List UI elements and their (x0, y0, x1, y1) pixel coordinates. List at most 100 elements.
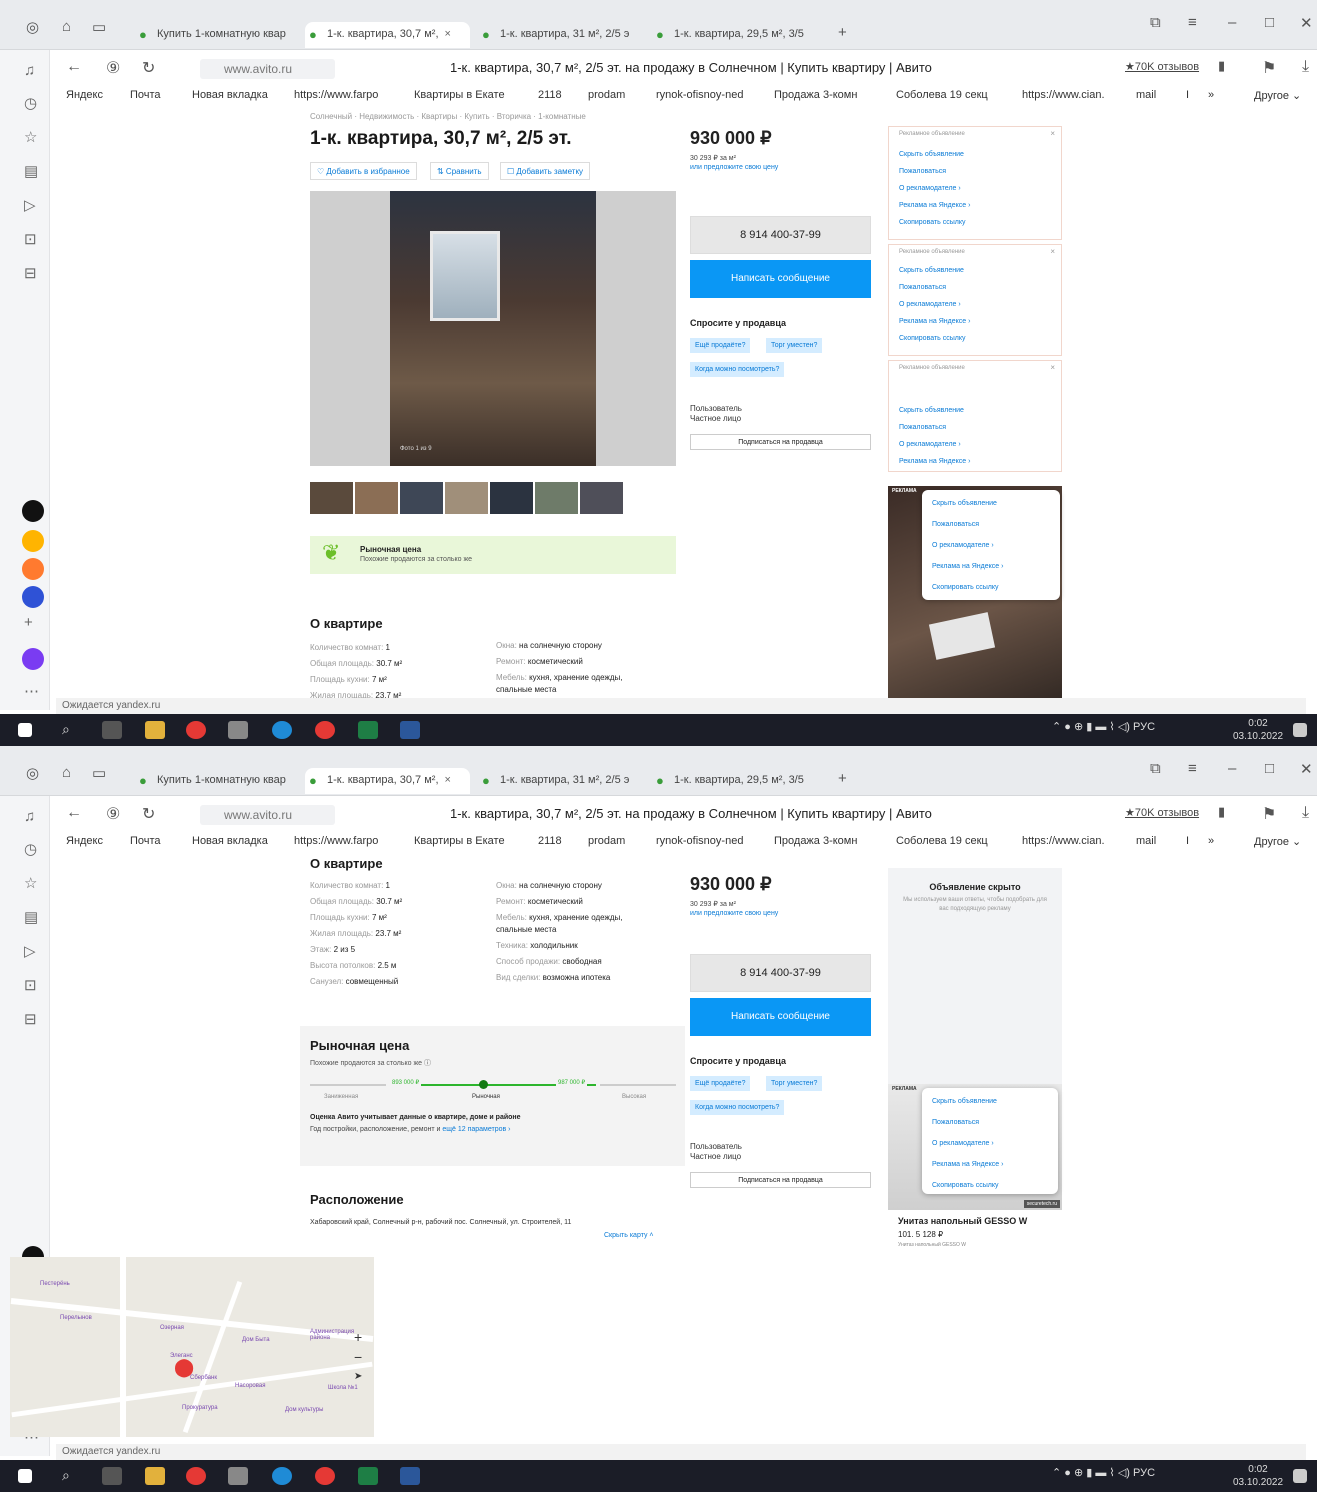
write-message-button[interactable]: Написать сообщение (690, 260, 871, 298)
more-icon[interactable]: ⋯ (24, 682, 39, 700)
app-icon[interactable] (228, 1467, 248, 1485)
bookmark-icon[interactable]: ▮ (1218, 804, 1225, 820)
copy-link-item[interactable]: Скопировать ссылку (899, 335, 966, 342)
edge-icon[interactable] (272, 1467, 292, 1485)
extensions-icon[interactable]: ⚑ (1262, 804, 1276, 824)
thumbnail[interactable] (310, 482, 353, 514)
tab-3[interactable]: ● 1-к. квартира, 29,5 м², 3/5 (652, 768, 817, 794)
task-view-icon[interactable] (102, 1467, 122, 1485)
advertiser-item[interactable]: О рекламодателе › (899, 185, 961, 192)
tab-0[interactable]: ● Купить 1-комнатную квар (135, 22, 295, 48)
history-icon[interactable]: ◷ (24, 840, 37, 858)
bookmark-7[interactable]: rynok-ofisnoy-ned (656, 89, 743, 101)
tab-2[interactable]: ● 1-к. квартира, 31 м², 2/5 э (478, 768, 643, 794)
bookmark-10[interactable]: https://www.cian. (1022, 835, 1105, 847)
chip-bargain[interactable]: Торг уместен? (766, 1076, 823, 1091)
thumbnail[interactable] (535, 482, 578, 514)
show-phone-button[interactable]: 8 914 400-37-99 (690, 216, 871, 254)
bookmark-3[interactable]: https://www.farpo (294, 89, 378, 101)
write-message-button[interactable]: Написать сообщение (690, 998, 871, 1036)
edge-icon[interactable] (272, 721, 292, 739)
word-icon[interactable] (400, 721, 420, 739)
windows-start-icon[interactable] (18, 723, 32, 737)
close-icon[interactable]: × (1050, 363, 1055, 372)
subscribe-seller-button[interactable]: Подписаться на продавца (690, 1172, 871, 1188)
maximize-icon[interactable]: □ (1265, 14, 1274, 31)
advertiser-item[interactable]: О рекламодателе › (899, 301, 961, 308)
system-tray[interactable]: ⌃ ● ⊕ ▮ ▬ ⌇ ◁) РУС (1052, 720, 1155, 733)
close-icon[interactable]: × (1050, 247, 1055, 256)
copy-link-item[interactable]: Скопировать ссылку (932, 584, 999, 591)
main-photo[interactable]: Фото 1 из 9 (310, 191, 676, 466)
chip-still-selling[interactable]: Ещё продаёте? (690, 1076, 751, 1091)
bookmark-0[interactable]: Яндекс (66, 835, 103, 847)
advertiser-item[interactable]: О рекламодателе › (932, 1140, 994, 1147)
bookmark-5[interactable]: 2118 (538, 835, 562, 847)
extensions-icon[interactable]: ⚑ (1262, 58, 1276, 78)
advertiser-item[interactable]: О рекламодателе › (932, 542, 994, 549)
minimize-icon[interactable]: – (1228, 760, 1236, 777)
explorer-icon[interactable] (145, 721, 165, 739)
task-view-icon[interactable] (102, 721, 122, 739)
zoom-out-icon[interactable]: − (354, 1349, 362, 1365)
thumbnail[interactable] (490, 482, 533, 514)
bookmark-9[interactable]: Соболева 19 секц (896, 835, 988, 847)
reviews-link[interactable]: ★70K отзывов (1125, 60, 1199, 73)
close-window-icon[interactable]: ✕ (1300, 14, 1313, 32)
bookmark-icon[interactable]: ▮ (1218, 58, 1225, 74)
hide-ad-item[interactable]: Скрыть объявление (932, 500, 997, 507)
reviews-link[interactable]: ★70K отзывов (1125, 806, 1199, 819)
yandex-browser-icon[interactable] (186, 1467, 206, 1485)
bookmark-2[interactable]: Новая вкладка (192, 89, 268, 101)
add-favorite-button[interactable]: ♡ Добавить в избранное (310, 162, 417, 180)
tabs-icon[interactable]: ▭ (92, 764, 106, 782)
bookmark-3[interactable]: https://www.farpo (294, 835, 378, 847)
app-icon-2[interactable] (22, 530, 44, 552)
geolocation-icon[interactable]: ➤ (354, 1371, 362, 1382)
hide-map-link[interactable]: Скрыть карту ˄ (604, 1232, 654, 1239)
report-ad-item[interactable]: Пожаловаться (899, 424, 946, 431)
subscribe-seller-button[interactable]: Подписаться на продавца (690, 434, 871, 450)
thumbnail[interactable] (580, 482, 623, 514)
tab-1[interactable]: ● 1-к. квартира, 30,7 м², × (305, 22, 470, 48)
yandex-browser-icon[interactable] (186, 721, 206, 739)
tab-1[interactable]: ● 1-к. квартира, 30,7 м², × (305, 768, 470, 794)
bookmark-9[interactable]: Соболева 19 секц (896, 89, 988, 101)
windows-start-icon[interactable] (18, 1469, 32, 1483)
minimize-icon[interactable]: – (1228, 14, 1236, 31)
advertiser-item[interactable]: О рекламодателе › (899, 441, 961, 448)
search-icon[interactable]: ⌕ (62, 721, 82, 739)
chip-still-selling[interactable]: Ещё продаёте? (690, 338, 751, 353)
explorer-icon[interactable] (145, 1467, 165, 1485)
bookmark-4[interactable]: Квартиры в Екате (414, 89, 505, 101)
reload-icon[interactable]: ↻ (142, 58, 155, 78)
url-host[interactable]: www.avito.ru (200, 59, 335, 79)
bookmark-more[interactable]: » (1208, 835, 1214, 847)
bookmark-7[interactable]: rynok-ofisnoy-ned (656, 835, 743, 847)
close-icon[interactable]: × (1050, 129, 1055, 138)
clock[interactable]: 0:02 03.10.2022 (1232, 1463, 1284, 1489)
screenshot-icon[interactable]: ⊟ (24, 1010, 37, 1028)
hide-ad-item[interactable]: Скрыть объявление (899, 151, 964, 158)
notifications-icon[interactable]: ♫ (24, 808, 35, 825)
close-window-icon[interactable]: ✕ (1300, 760, 1313, 778)
report-ad-item[interactable]: Пожаловаться (932, 521, 979, 528)
bookmark-5[interactable]: 2118 (538, 89, 562, 101)
downloads-icon[interactable]: ⊡ (24, 230, 37, 248)
history-icon[interactable]: ◷ (24, 94, 37, 112)
yandex-ads-item[interactable]: Реклама на Яндексе › (932, 563, 1003, 570)
notifications-icon[interactable] (1293, 723, 1307, 737)
yandex-ads-item[interactable]: Реклама на Яндексе › (899, 318, 970, 325)
tabs-icon[interactable]: ▭ (92, 18, 106, 36)
show-phone-button[interactable]: 8 914 400-37-99 (690, 954, 871, 992)
bookmark-manager-icon[interactable]: ⧉ (1150, 14, 1161, 31)
clock[interactable]: 0:02 03.10.2022 (1232, 717, 1284, 743)
collections-icon[interactable]: ▤ (24, 908, 38, 926)
bookmark-2[interactable]: Новая вкладка (192, 835, 268, 847)
downloads-icon[interactable]: ⊡ (24, 976, 37, 994)
bookmark-12[interactable]: I (1186, 835, 1189, 847)
hide-ad-item[interactable]: Скрыть объявление (899, 267, 964, 274)
excel-icon[interactable] (358, 721, 378, 739)
chip-when-view[interactable]: Когда можно посмотреть? (690, 1100, 785, 1115)
bookmark-0[interactable]: Яндекс (66, 89, 103, 101)
